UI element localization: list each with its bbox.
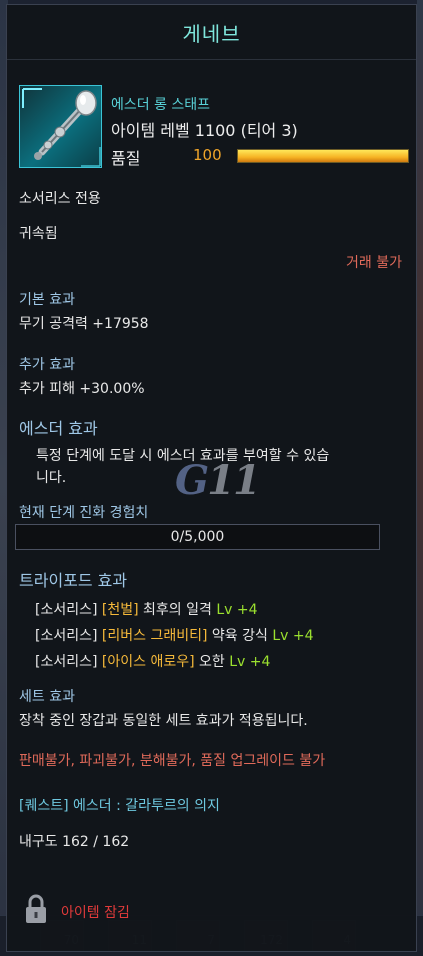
class-restriction: 소서리스 전용 <box>19 191 101 207</box>
lock-icon <box>26 894 46 923</box>
esther-effect-line: 니다. <box>36 470 67 486</box>
quality-value: 100 <box>193 146 222 164</box>
item-name: 게네브 <box>182 21 241 46</box>
item-level: 아이템 레벨 1100 (티어 3) <box>111 121 298 140</box>
evolution-progress-bar: 0/5,000 <box>15 524 380 550</box>
tripod-item: [소서리스] [아이스 애로우] 오한 Lv +4 <box>35 654 271 670</box>
restrictions-text: 판매불가, 파괴불가, 분해불가, 품질 업그레이드 불가 <box>19 753 326 769</box>
trade-status: 거래 불가 <box>346 255 402 271</box>
quest-link[interactable]: [퀘스트] 에스더 : 갈라투르의 의지 <box>19 795 220 815</box>
item-type: 에스더 롱 스태프 <box>111 97 211 113</box>
extra-effect-line: 추가 피해 +30.00% <box>19 381 145 397</box>
quality-bar <box>237 149 409 163</box>
evolution-header: 현재 단계 진화 경험치 <box>19 505 149 521</box>
esther-effect-header: 에스더 효과 <box>19 419 98 438</box>
quality-label: 품질 <box>111 149 141 168</box>
tripod-item: [소서리스] [리버스 그래비티] 약육 강식 Lv +4 <box>35 628 314 644</box>
bound-status: 귀속됨 <box>19 226 58 242</box>
quality-bar-fill <box>238 150 408 162</box>
item-icon[interactable] <box>19 85 102 168</box>
watermark-logo: G11 <box>175 457 261 504</box>
set-effect-line: 장착 중인 장갑과 동일한 세트 효과가 적용됩니다. <box>19 713 308 729</box>
durability-text: 내구도 162 / 162 <box>19 834 130 850</box>
tripod-header: 트라이포드 효과 <box>19 571 128 590</box>
item-locked-label: 아이템 잠김 <box>61 905 130 921</box>
tripod-item: [소서리스] [천벌] 최후의 일격 Lv +4 <box>35 602 258 618</box>
evolution-progress-value: 0/5,000 <box>170 529 225 545</box>
item-tooltip: 게네브 에스더 롱 스태프 아이템 레벨 1100 (티어 3) 품질 100 … <box>6 4 417 952</box>
staff-icon <box>22 88 101 167</box>
extra-effect-header: 추가 효과 <box>19 357 75 373</box>
tooltip-header: 게네브 <box>7 5 416 60</box>
set-effect-header: 세트 효과 <box>19 689 75 705</box>
basic-effect-header: 기본 효과 <box>19 292 75 308</box>
basic-effect-line: 무기 공격력 +17958 <box>19 316 149 332</box>
background-edge-right <box>417 0 423 956</box>
